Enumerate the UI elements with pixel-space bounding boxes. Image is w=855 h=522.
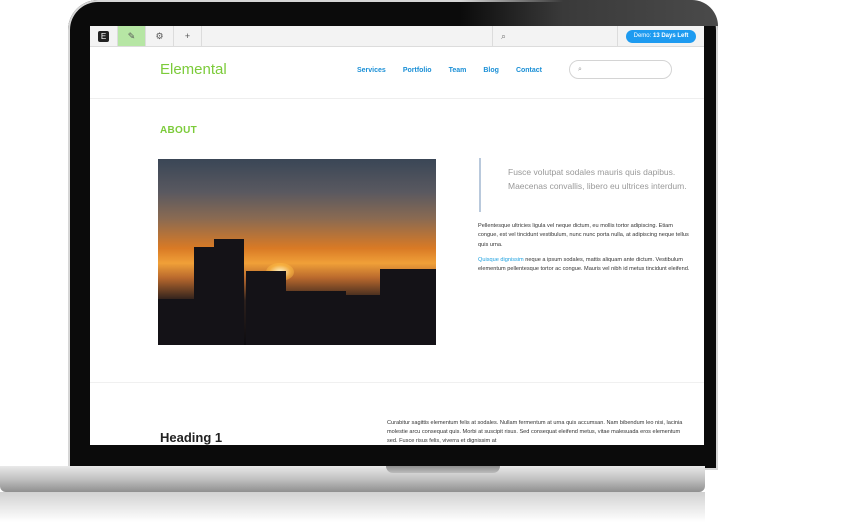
settings-button[interactable]: ⚙ <box>146 26 174 46</box>
add-button[interactable]: + <box>174 26 202 46</box>
blockquote-text: Fusce volutpat sodales mauris quis dapib… <box>508 167 687 191</box>
laptop-base <box>0 466 705 492</box>
nav-portfolio[interactable]: Portfolio <box>403 67 432 74</box>
edit-mode-button[interactable]: ✎ <box>118 26 146 46</box>
building-silhouette <box>158 299 198 345</box>
sunset-cityscape-image <box>158 159 436 345</box>
site-search-input[interactable]: ⌕ <box>569 60 672 79</box>
plus-icon: + <box>184 31 191 41</box>
section-divider <box>90 382 704 383</box>
about-heading: ABOUT <box>160 125 198 136</box>
app-logo-icon: E <box>98 30 109 42</box>
pencil-icon: ✎ <box>127 30 136 41</box>
demo-days-left-button[interactable]: Demo: 13 Days Left <box>625 29 697 43</box>
about-paragraph-2: Quisque dignissim neque a ipsum sodales,… <box>478 256 692 275</box>
editor-toolbar: E ✎ ⚙ + ⌕ Demo: 13 Days Left <box>90 26 704 47</box>
section-paragraph: Curabitur sagittis elementum felis at so… <box>387 420 683 445</box>
demo-badge-area: Demo: 13 Days Left <box>618 26 704 46</box>
demo-label: Demo: <box>633 32 652 39</box>
nav-contact[interactable]: Contact <box>516 67 542 74</box>
building-silhouette <box>246 271 286 345</box>
site-header: Elemental Services Portfolio Team Blog C… <box>90 47 704 99</box>
nav-services[interactable]: Services <box>357 67 386 74</box>
toolbar-search[interactable]: ⌕ <box>493 26 618 46</box>
bezel-gloss <box>460 0 718 26</box>
nav-blog[interactable]: Blog <box>483 67 499 74</box>
search-icon: ⌕ <box>578 66 582 73</box>
nav-team[interactable]: Team <box>449 67 467 74</box>
about-paragraph-1: Pellentesque ultricies ligula vel neque … <box>478 223 689 248</box>
site-brand[interactable]: Elemental <box>160 61 227 78</box>
blockquote-bar <box>479 158 481 212</box>
laptop-screen: E ✎ ⚙ + ⌕ Demo: 13 Days Left Elemental S… <box>90 26 704 445</box>
demo-days: 13 Days Left <box>652 32 689 39</box>
laptop-base-notch <box>386 466 500 473</box>
search-icon: ⌕ <box>501 30 507 41</box>
building-silhouette <box>380 269 436 345</box>
main-nav: Services Portfolio Team Blog Contact <box>357 67 559 74</box>
editor-logo-button[interactable]: E <box>90 26 118 46</box>
laptop-shadow <box>0 492 705 522</box>
gear-icon: ⚙ <box>155 30 164 41</box>
inline-link[interactable]: Quisque dignissim <box>478 257 524 263</box>
building-silhouette <box>214 239 244 345</box>
building-silhouette <box>286 291 346 345</box>
section-heading: Heading 1 <box>160 430 223 445</box>
toolbar-spacer <box>202 26 493 46</box>
